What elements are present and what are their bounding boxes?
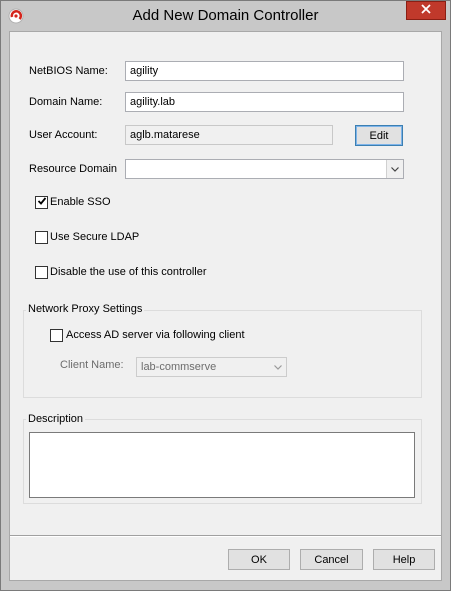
chevron-down-icon: [269, 358, 286, 376]
access-ad-label: Access AD server via following client: [66, 329, 245, 341]
close-icon: [421, 4, 431, 17]
netbios-label: NetBIOS Name:: [29, 65, 108, 77]
enable-sso-checkbox[interactable]: [35, 196, 48, 209]
description-group-label: Description: [26, 413, 86, 425]
secure-ldap-label: Use Secure LDAP: [50, 231, 140, 243]
resource-domain-select[interactable]: [125, 159, 404, 179]
enable-sso-label: Enable SSO: [50, 196, 111, 208]
network-proxy-group: [23, 310, 422, 398]
dialog-title: Add New Domain Controller: [132, 7, 319, 24]
user-account-label: User Account:: [29, 129, 98, 141]
dialog-body: NetBIOS Name: agility Domain Name: agili…: [9, 31, 442, 581]
separator: [10, 535, 441, 537]
disable-controller-checkbox[interactable]: [35, 266, 48, 279]
help-button[interactable]: Help: [373, 549, 435, 570]
secure-ldap-checkbox[interactable]: [35, 231, 48, 244]
description-textarea[interactable]: [29, 432, 415, 498]
domain-label: Domain Name:: [29, 96, 103, 108]
disable-controller-label: Disable the use of this controller: [50, 266, 207, 278]
access-ad-checkbox[interactable]: [50, 329, 63, 342]
user-account-field: aglb.matarese: [125, 125, 333, 145]
title-bar[interactable]: Add New Domain Controller: [1, 1, 450, 31]
network-proxy-group-label: Network Proxy Settings: [26, 303, 145, 315]
domain-input[interactable]: agility.lab: [125, 92, 404, 112]
client-name-select: lab-commserve: [136, 357, 287, 377]
resource-domain-label: Resource Domain: [29, 163, 118, 175]
close-button[interactable]: [406, 1, 446, 20]
cancel-button[interactable]: Cancel: [300, 549, 363, 570]
client-name-value: lab-commserve: [141, 361, 217, 373]
checkmark-icon: [37, 196, 47, 209]
ok-button[interactable]: OK: [228, 549, 290, 570]
edit-button[interactable]: Edit: [355, 125, 403, 146]
client-name-label: Client Name:: [60, 359, 124, 371]
netbios-input[interactable]: agility: [125, 61, 404, 81]
chevron-down-icon[interactable]: [386, 160, 403, 178]
dialog-window: Add New Domain Controller NetBIOS Name: …: [0, 0, 451, 591]
